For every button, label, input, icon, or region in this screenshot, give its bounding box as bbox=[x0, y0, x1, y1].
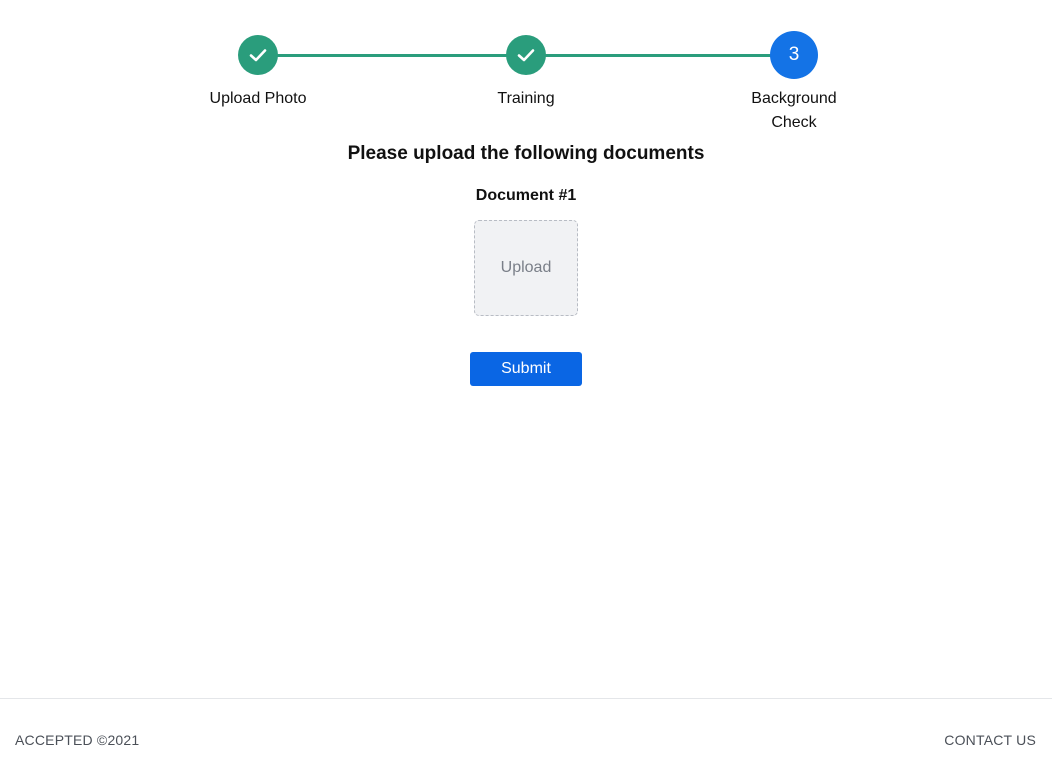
step-label: Background Check bbox=[751, 90, 837, 131]
step-3-active-indicator: 3 bbox=[770, 31, 818, 79]
footer: ACCEPTED ©2021 CONTACT US bbox=[0, 698, 1052, 769]
footer-copyright: ACCEPTED ©2021 bbox=[15, 732, 140, 748]
page: Upload Photo Training 3 Background Check… bbox=[0, 0, 1052, 769]
page-heading: Please upload the following documents bbox=[347, 143, 705, 164]
step-training: Training bbox=[456, 35, 596, 111]
contact-us-link[interactable]: CONTACT US bbox=[944, 732, 1036, 748]
step-label: Training bbox=[497, 90, 555, 107]
step-upload-photo: Upload Photo bbox=[188, 35, 328, 111]
upload-label: Upload bbox=[500, 259, 552, 276]
step-number: 3 bbox=[788, 44, 800, 65]
document-upload-dropzone[interactable]: Upload bbox=[474, 220, 578, 316]
step-label: Upload Photo bbox=[209, 90, 307, 107]
step-background-check: 3 Background Check bbox=[724, 31, 864, 135]
check-icon bbox=[249, 49, 267, 62]
step-1-completed-indicator bbox=[238, 35, 278, 75]
check-icon bbox=[517, 49, 535, 62]
progress-stepper: Upload Photo Training 3 Background Check bbox=[0, 0, 1052, 140]
submit-button[interactable]: Submit bbox=[470, 352, 582, 386]
step-2-completed-indicator bbox=[506, 35, 546, 75]
document-label: Document #1 bbox=[475, 187, 577, 204]
